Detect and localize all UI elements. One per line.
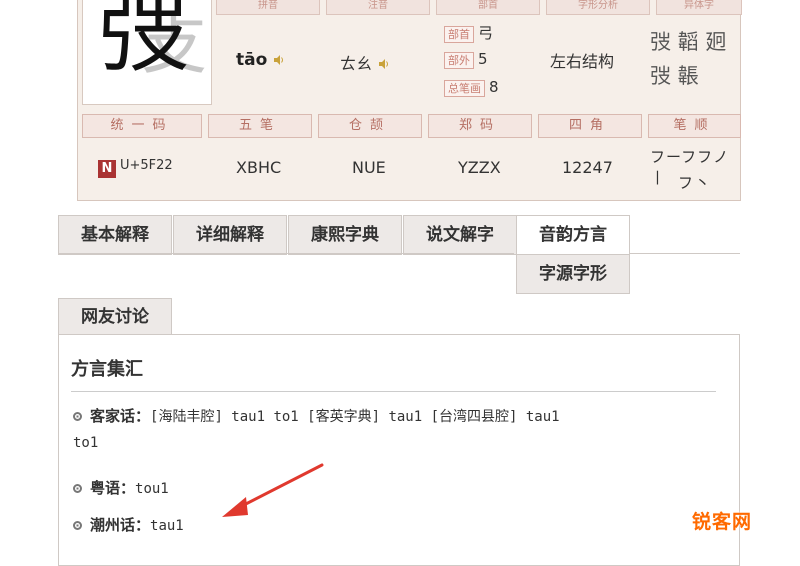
- annotation-arrow-icon: [222, 463, 324, 517]
- watermark-logo: 锐客网: [691, 511, 752, 533]
